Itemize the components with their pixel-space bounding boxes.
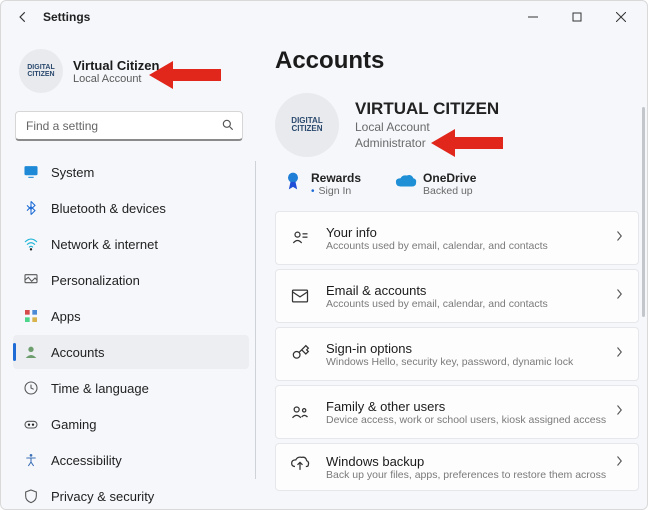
profile-name: VIRTUAL CITIZEN: [355, 99, 499, 119]
bluetooth-icon: [23, 200, 39, 216]
chevron-right-icon: [614, 345, 624, 363]
minimize-button[interactable]: [511, 2, 555, 32]
window-title: Settings: [43, 10, 90, 24]
sidebar-item-time[interactable]: Time & language: [13, 371, 249, 405]
yourinfo-icon: [290, 228, 310, 248]
accounts-icon: [23, 344, 39, 360]
card-email[interactable]: Email & accountsAccounts used by email, …: [275, 269, 639, 323]
tile-sub: Backed up: [423, 185, 476, 197]
sidebar-item-label: Time & language: [51, 381, 239, 396]
card-sub: Accounts used by email, calendar, and co…: [326, 298, 548, 310]
search-input[interactable]: [15, 111, 243, 141]
card-title: Family & other users: [326, 399, 606, 414]
sidebar-item-personalization[interactable]: Personalization: [13, 263, 249, 297]
user-name: Virtual Citizen: [73, 58, 159, 73]
tile-title: Rewards: [311, 171, 361, 185]
tile-onedrive[interactable]: OneDriveBacked up: [395, 171, 476, 197]
avatar-large: DIGITAL CITIZEN: [275, 93, 339, 157]
content: DIGITAL CITIZEN Virtual Citizen Local Ac…: [1, 33, 647, 509]
user-box[interactable]: DIGITAL CITIZEN Virtual Citizen Local Ac…: [13, 43, 249, 103]
sidebar-item-label: Apps: [51, 309, 239, 324]
avatar: DIGITAL CITIZEN: [19, 49, 63, 93]
backup-icon: [290, 454, 310, 474]
time-icon: [23, 380, 39, 396]
page-title: Accounts: [275, 47, 639, 75]
system-icon: [23, 164, 39, 180]
card-backup[interactable]: Windows backupBack up your files, apps, …: [275, 443, 639, 491]
sidebar-item-accessibility[interactable]: Accessibility: [13, 443, 249, 477]
scrollbar[interactable]: [642, 107, 645, 317]
card-title: Sign-in options: [326, 341, 573, 356]
sidebar-item-label: System: [51, 165, 239, 180]
chevron-right-icon: [614, 287, 624, 305]
gaming-icon: [23, 416, 39, 432]
signin-icon: [290, 344, 310, 364]
tile-rewards[interactable]: Rewards•Sign In: [283, 171, 361, 197]
card-sub: Accounts used by email, calendar, and co…: [326, 240, 548, 252]
sidebar-item-label: Accessibility: [51, 453, 239, 468]
email-icon: [290, 286, 310, 306]
sidebar-item-label: Privacy & security: [51, 489, 239, 504]
cards-list: Your infoAccounts used by email, calenda…: [275, 211, 639, 491]
search-icon: [221, 118, 235, 137]
sidebar-item-gaming[interactable]: Gaming: [13, 407, 249, 441]
titlebar: Settings: [1, 1, 647, 33]
sidebar-item-bluetooth[interactable]: Bluetooth & devices: [13, 191, 249, 225]
sidebar-item-label: Accounts: [51, 345, 239, 360]
user-subtitle: Local Account: [73, 73, 159, 85]
family-icon: [290, 402, 310, 422]
tile-title: OneDrive: [423, 171, 476, 185]
card-title: Your info: [326, 225, 548, 240]
sidebar-item-apps[interactable]: Apps: [13, 299, 249, 333]
maximize-button[interactable]: [555, 2, 599, 32]
card-sub: Windows Hello, security key, password, d…: [326, 356, 573, 368]
privacy-icon: [23, 488, 39, 504]
card-title: Email & accounts: [326, 283, 548, 298]
sidebar-item-system[interactable]: System: [13, 155, 249, 189]
close-button[interactable]: [599, 2, 643, 32]
sidebar-item-accounts[interactable]: Accounts: [13, 335, 249, 369]
chevron-right-icon: [614, 454, 624, 472]
sidebar-item-label: Network & internet: [51, 237, 239, 252]
nav-list: System Bluetooth & devices Network & inter…: [13, 155, 249, 510]
chevron-right-icon: [614, 229, 624, 247]
tile-sub: •Sign In: [311, 185, 361, 197]
network-icon: [23, 236, 39, 252]
tiles-row: Rewards•Sign In OneDriveBacked up: [283, 171, 639, 197]
sidebar-item-network[interactable]: Network & internet: [13, 227, 249, 261]
chevron-right-icon: [614, 403, 624, 421]
card-signin[interactable]: Sign-in optionsWindows Hello, security k…: [275, 327, 639, 381]
accessibility-icon: [23, 452, 39, 468]
profile-sub2: Administrator: [355, 135, 499, 151]
card-sub: Back up your files, apps, preferences to…: [326, 469, 606, 481]
onedrive-icon: [395, 171, 415, 191]
card-sub: Device access, work or school users, kio…: [326, 414, 606, 426]
sidebar-item-label: Bluetooth & devices: [51, 201, 239, 216]
sidebar: DIGITAL CITIZEN Virtual Citizen Local Ac…: [1, 33, 255, 509]
back-button[interactable]: [13, 7, 33, 27]
rewards-icon: [283, 171, 303, 191]
sidebar-item-label: Personalization: [51, 273, 239, 288]
main-panel: Accounts DIGITAL CITIZEN VIRTUAL CITIZEN…: [255, 33, 647, 509]
profile-sub1: Local Account: [355, 119, 499, 135]
settings-window: Settings DIGITAL CITIZEN Virtual Citizen…: [0, 0, 648, 510]
personalization-icon: [23, 272, 39, 288]
sidebar-item-privacy[interactable]: Privacy & security: [13, 479, 249, 510]
apps-icon: [23, 308, 39, 324]
sidebar-item-label: Gaming: [51, 417, 239, 432]
card-title: Windows backup: [326, 454, 606, 469]
card-family[interactable]: Family & other usersDevice access, work …: [275, 385, 639, 439]
profile-block: DIGITAL CITIZEN VIRTUAL CITIZEN Local Ac…: [275, 93, 639, 157]
card-yourinfo[interactable]: Your infoAccounts used by email, calenda…: [275, 211, 639, 265]
